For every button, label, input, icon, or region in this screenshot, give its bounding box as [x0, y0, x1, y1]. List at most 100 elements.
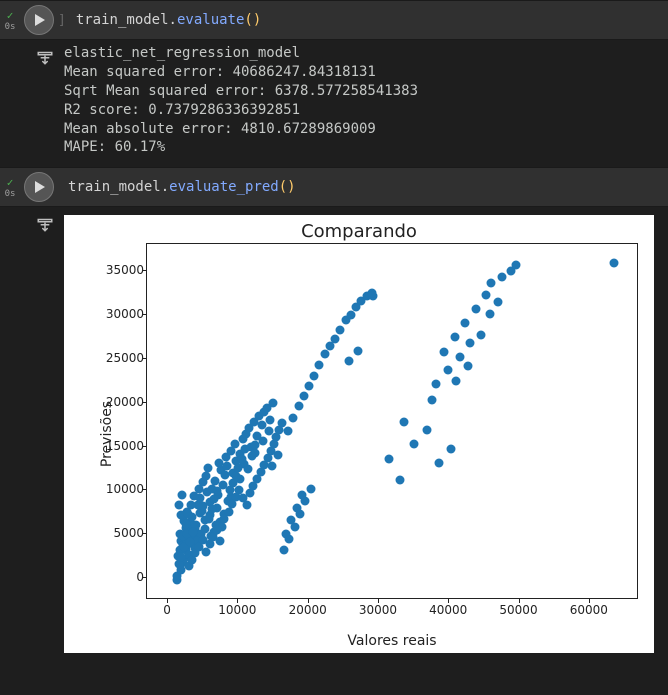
run-button[interactable] [24, 5, 54, 35]
code-line-1[interactable]: train_model.evaluate() [70, 12, 261, 28]
data-point [466, 338, 475, 347]
out-line: MAPE: 60.17% [64, 139, 165, 155]
check-icon: ✓ [7, 10, 14, 21]
out-line: Mean absolute error: 4810.67289869009 [64, 121, 376, 137]
data-point [494, 298, 503, 307]
code-cell-2[interactable]: ✓ 0s train_model.evaluate_pred() [0, 167, 668, 207]
data-point [287, 516, 296, 525]
data-point [315, 360, 324, 369]
y-tick-label: 30000 [94, 307, 144, 321]
plot-area [146, 243, 638, 599]
x-tick-label: 60000 [570, 603, 608, 617]
y-tick-label: 20000 [94, 395, 144, 409]
data-point [487, 279, 496, 288]
data-point [461, 318, 470, 327]
data-point [396, 475, 405, 484]
y-tick-label: 25000 [94, 351, 144, 365]
data-point [299, 391, 308, 400]
data-point [431, 380, 440, 389]
data-point [175, 501, 184, 510]
data-point [231, 472, 240, 481]
data-point [283, 426, 292, 435]
data-point [331, 335, 340, 344]
code-cell-1[interactable]: ✓ 0s ] train_model.evaluate() [0, 0, 668, 40]
data-point [178, 490, 187, 499]
exec-time: 0s [5, 189, 16, 200]
data-point [306, 484, 315, 493]
data-point [336, 325, 345, 334]
code-close-paren: ) [287, 179, 295, 195]
code-line-2[interactable]: train_model.evaluate_pred() [54, 179, 296, 195]
scatter-chart: Comparando Previsões Valores reais 05000… [64, 215, 654, 653]
data-point [177, 553, 186, 562]
data-point [266, 416, 275, 425]
output-text-1: elastic_net_regression_model Mean square… [64, 44, 418, 157]
code-close-paren: ) [253, 12, 261, 28]
data-point [481, 291, 490, 300]
data-point [244, 465, 253, 474]
data-point [282, 529, 291, 538]
data-point [237, 454, 246, 463]
data-point [345, 357, 354, 366]
data-point [294, 402, 303, 411]
data-point [427, 395, 436, 404]
data-point [385, 454, 394, 463]
code-object: train_model [68, 179, 161, 195]
notebook: ✓ 0s ] train_model.evaluate() elastic_ne… [0, 0, 668, 669]
data-point [320, 350, 329, 359]
data-point [210, 495, 219, 504]
data-point [452, 376, 461, 385]
data-point [367, 288, 376, 297]
output-toggle-icon[interactable] [36, 48, 54, 70]
data-point [235, 485, 244, 494]
out-line: Sqrt Mean squared error: 6378.5772585413… [64, 83, 418, 99]
data-point [353, 346, 362, 355]
data-point [310, 372, 319, 381]
data-point [184, 510, 193, 519]
data-point [464, 361, 473, 370]
out-line: R2 score: 0.7379286336392851 [64, 102, 300, 118]
x-tick-label: 40000 [429, 603, 467, 617]
data-point [207, 504, 216, 513]
exec-time: 0s [5, 22, 16, 33]
data-point [422, 425, 431, 434]
cell-status-1: ✓ 0s [0, 8, 20, 33]
data-point [610, 258, 619, 267]
data-point [213, 487, 222, 496]
y-tick-label: 10000 [94, 482, 144, 496]
out-line: elastic_net_regression_model [64, 45, 300, 61]
data-point [202, 471, 211, 480]
data-point [289, 414, 298, 423]
play-icon [34, 181, 46, 193]
data-point [280, 546, 289, 555]
code-func: evaluate [177, 12, 244, 28]
data-point [434, 459, 443, 468]
code-dot: . [169, 12, 177, 28]
check-icon: ✓ [7, 177, 14, 188]
data-point [450, 332, 459, 341]
data-point [234, 464, 243, 473]
out-line: Mean squared error: 40686247.84318131 [64, 64, 376, 80]
data-point [297, 490, 306, 499]
data-point [188, 527, 197, 536]
x-tick-label: 10000 [218, 603, 256, 617]
data-point [185, 538, 194, 547]
cell-bracket: ] [58, 13, 66, 28]
data-point [250, 440, 259, 449]
code-open-paren: ( [279, 179, 287, 195]
data-point [440, 347, 449, 356]
data-point [292, 504, 301, 513]
output-toggle-icon[interactable] [36, 215, 54, 237]
data-point [258, 437, 267, 446]
run-button[interactable] [24, 172, 54, 202]
data-point [485, 309, 494, 318]
data-point [224, 507, 233, 516]
y-tick-label: 0 [94, 570, 144, 584]
chart-title: Comparando [64, 221, 654, 242]
data-point [512, 261, 521, 270]
data-point [242, 501, 251, 510]
data-point [277, 418, 286, 427]
x-tick-label: 50000 [499, 603, 537, 617]
data-point [476, 330, 485, 339]
data-point [346, 310, 355, 319]
